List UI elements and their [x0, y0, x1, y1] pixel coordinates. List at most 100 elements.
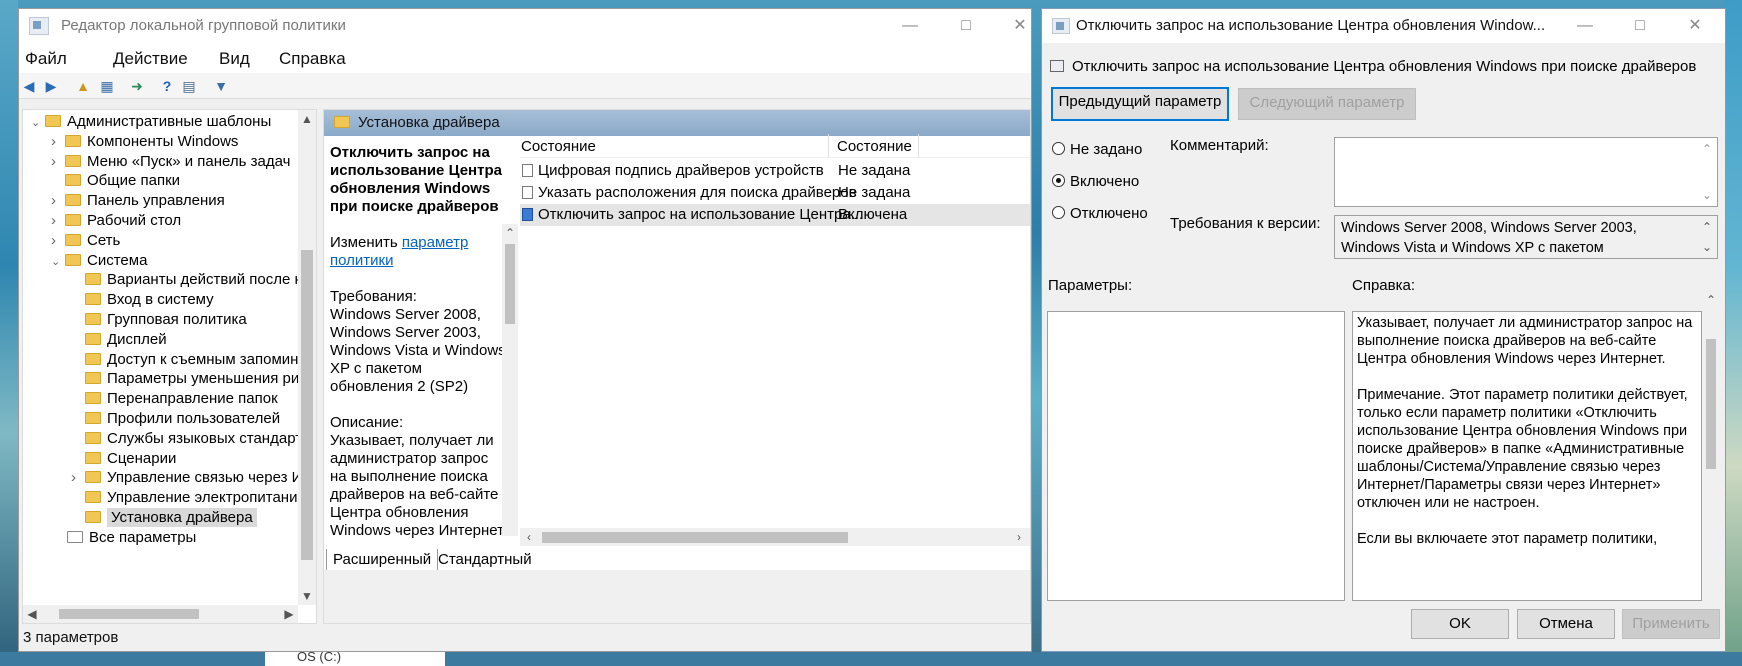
scroll-right-icon[interactable]: › — [1010, 528, 1028, 546]
tree-item[interactable]: Управление электропитани — [71, 488, 297, 508]
tree-item[interactable]: › Компоненты Windows — [51, 132, 238, 152]
next-setting-button[interactable]: Следующий параметр — [1238, 88, 1416, 120]
tree-item[interactable]: Доступ к съемным запомин — [71, 350, 298, 370]
close-button[interactable]: ✕ — [997, 9, 1043, 43]
help-icon[interactable]: ? — [157, 76, 177, 96]
tree-item[interactable]: Установка драйвера — [71, 508, 257, 528]
tab-standard[interactable]: Стандартный — [432, 549, 538, 571]
radio-disabled-circle[interactable] — [1052, 206, 1065, 219]
dialog-minimize-button[interactable]: — — [1562, 9, 1608, 43]
menu-view[interactable]: Вид — [219, 49, 250, 69]
chevron-right-icon[interactable]: › — [51, 152, 65, 172]
scroll-up-icon[interactable]: ⌃ — [1702, 291, 1720, 309]
dialog-close-button[interactable]: ✕ — [1672, 9, 1718, 43]
chevron-right-icon[interactable]: › — [51, 211, 65, 231]
maximize-button[interactable]: □ — [943, 9, 989, 43]
folder-icon — [85, 511, 101, 523]
tree-item[interactable]: Вход в систему — [71, 290, 214, 310]
menu-action[interactable]: Действие — [113, 49, 188, 69]
version-box[interactable]: Windows Server 2008, Windows Server 2003… — [1334, 215, 1718, 259]
minimize-button[interactable]: — — [887, 9, 933, 43]
column-header-setting[interactable]: Состояние — [521, 136, 596, 158]
tree-item[interactable]: Службы языковых стандарт — [71, 429, 302, 449]
tree-item[interactable]: Параметры уменьшения ри — [71, 369, 299, 389]
chevron-right-icon[interactable]: › — [71, 468, 85, 488]
previous-setting-button[interactable]: Предыдущий параметр — [1051, 87, 1229, 121]
properties-icon[interactable]: ▤ — [179, 76, 199, 96]
show-tree-icon[interactable]: ▦ — [97, 76, 117, 96]
cancel-label: Отмена — [1539, 615, 1593, 632]
tree-item[interactable]: Профили пользователей — [71, 409, 280, 429]
tree-item[interactable]: › Меню «Пуск» и панель задач — [51, 152, 290, 172]
scroll-right-icon[interactable]: ▶ — [280, 605, 298, 623]
back-arrow-icon[interactable]: ◀ — [19, 76, 39, 96]
forward-arrow-icon[interactable]: ▶ — [41, 76, 61, 96]
list-hscroll-thumb[interactable] — [542, 532, 848, 543]
scroll-down-icon[interactable]: ▼ — [298, 587, 316, 605]
radio-not-configured[interactable]: Не задано — [1052, 141, 1142, 158]
tree-item[interactable]: Все параметры — [53, 528, 196, 548]
tree-vscrollbar[interactable]: ▲ ▼ — [298, 110, 316, 605]
radio-disabled[interactable]: Отключено — [1052, 205, 1148, 222]
menu-help[interactable]: Справка — [279, 49, 346, 69]
tree-item[interactable]: Дисплей — [71, 330, 167, 350]
tree-item[interactable]: › Сеть — [51, 231, 120, 251]
tree-item[interactable]: ⌄ Система — [51, 251, 147, 271]
scroll-up-icon[interactable]: ⌃ — [501, 224, 519, 242]
dialog-title-bar[interactable]: Отключить запрос на использование Центра… — [1042, 9, 1725, 43]
tree-item[interactable]: Варианты действий после н — [71, 270, 303, 290]
chevron-right-icon[interactable]: › — [51, 132, 65, 152]
tree-item-label: Общие папки — [87, 172, 181, 190]
tree-item[interactable]: Общие папки — [51, 171, 180, 191]
ok-button[interactable]: OK — [1411, 609, 1509, 639]
toolbar: ◀ ▶ ▲ ▦ ➜ ? ▤ ▼ — [19, 73, 1031, 99]
export-list-icon[interactable]: ➜ — [127, 76, 147, 96]
folder-icon — [65, 253, 81, 266]
tab-extended[interactable]: Расширенный — [326, 549, 439, 571]
tree-item[interactable]: ⌄ Административные шаблоны — [31, 112, 271, 132]
tree-item[interactable]: › Рабочий стол — [51, 211, 181, 231]
help-vscrollbar[interactable]: ⌃ — [1702, 291, 1720, 601]
chevron-right-icon[interactable]: › — [51, 191, 65, 211]
scroll-down-icon[interactable]: ⌄ — [1698, 238, 1716, 256]
radio-not-configured-circle[interactable] — [1052, 142, 1065, 155]
scroll-left-icon[interactable]: ◀ — [23, 605, 41, 623]
table-row[interactable]: Отключить запрос на использование Центра… — [520, 204, 1030, 226]
title-bar[interactable]: Редактор локальной групповой политики — … — [19, 9, 1031, 43]
desc-vscrollbar[interactable]: ⌃ — [502, 224, 518, 536]
help-vscroll-thumb[interactable] — [1706, 339, 1716, 469]
description-text: Указывает, получает ли администратор зап… — [330, 432, 507, 539]
list-hscrollbar[interactable]: ‹ › — [520, 528, 1030, 546]
details-header-title: Установка драйвера — [358, 114, 500, 131]
desc-vscroll-thumb[interactable] — [505, 244, 515, 324]
scroll-up-icon[interactable]: ⌃ — [1698, 140, 1716, 158]
scroll-up-icon[interactable]: ⌃ — [1698, 218, 1716, 236]
column-header-state[interactable]: Состояние — [837, 136, 912, 158]
table-row[interactable]: Указать расположения для поиска драйверо… — [520, 182, 1030, 204]
description-label: Описание: — [330, 414, 404, 431]
tree-item[interactable]: Перенаправление папок — [71, 389, 278, 409]
table-row[interactable]: Цифровая подпись драйверов устройств Не з… — [520, 160, 1030, 182]
scroll-left-icon[interactable]: ‹ — [520, 528, 538, 546]
chevron-down-icon[interactable]: ⌄ — [51, 252, 65, 272]
tree-item[interactable]: Групповая политика — [71, 310, 247, 330]
tree-hscrollbar[interactable]: ◀ ▶ — [23, 605, 298, 623]
chevron-down-icon[interactable]: ⌄ — [31, 113, 45, 133]
radio-enabled[interactable]: Включено — [1052, 173, 1139, 190]
apply-button[interactable]: Применить — [1622, 609, 1720, 639]
menu-file[interactable]: Файл — [25, 49, 67, 69]
scroll-down-icon[interactable]: ⌄ — [1698, 186, 1716, 204]
cancel-button[interactable]: Отмена — [1517, 609, 1615, 639]
tree-item[interactable]: › Панель управления — [51, 191, 225, 211]
comment-textarea[interactable]: ⌃ ⌄ — [1334, 137, 1718, 207]
tree-vscroll-thumb[interactable] — [301, 250, 313, 560]
chevron-right-icon[interactable]: › — [51, 231, 65, 251]
tree-item[interactable]: › Управление связью через И — [71, 468, 302, 488]
dialog-maximize-button[interactable]: □ — [1617, 9, 1663, 43]
radio-enabled-circle[interactable] — [1052, 174, 1065, 187]
scroll-up-icon[interactable]: ▲ — [298, 110, 316, 128]
tree-item[interactable]: Сценарии — [71, 449, 176, 469]
up-folder-icon[interactable]: ▲ — [73, 76, 93, 96]
filter-icon[interactable]: ▼ — [211, 76, 231, 96]
tree-hscroll-thumb[interactable] — [59, 609, 199, 619]
